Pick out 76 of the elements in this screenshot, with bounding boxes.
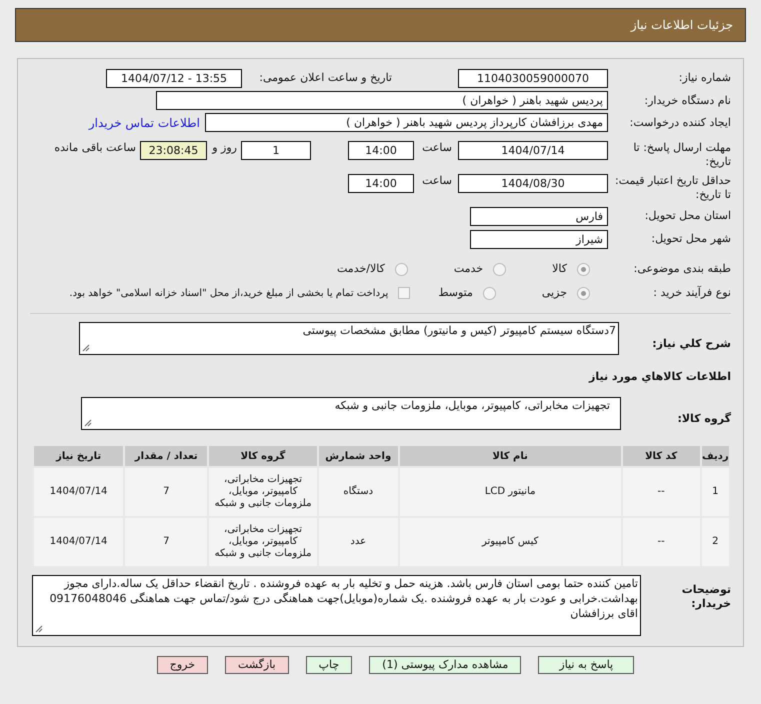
- field-label: ساعت: [421, 174, 452, 188]
- column-header: واحد شمارش: [318, 445, 399, 467]
- payment-note: پرداخت تمام یا بخشی از مبلغ خرید،از محل "اسناد خزانه اسلامی" خواهد بود.: [69, 286, 388, 300]
- resize-grip-icon: [35, 625, 43, 633]
- field-label: کالا/خدمت: [337, 262, 385, 276]
- field-label: توضیحات خریدار:: [682, 583, 731, 610]
- text-field[interactable]: 1404/08/30: [458, 174, 608, 193]
- field-label: استان محل تحویل:: [644, 209, 731, 223]
- buyer-contact-link[interactable]: اطلاعات تماس خریدار: [88, 114, 200, 132]
- radio-button[interactable]: [493, 262, 506, 276]
- goods-group-field[interactable]: تجهیزات مخابراتی، کامپیوتر، موبایل، ملزومات جانبی و شبکه: [81, 397, 621, 430]
- table-cell: مانیتور LCD: [398, 467, 622, 517]
- action-button[interactable]: چاپ: [306, 656, 352, 674]
- field-label: نوع فرآیند خرید :: [652, 286, 731, 300]
- field-label: طبقه بندی موضوعی:: [632, 262, 731, 276]
- column-header: نام کالا: [398, 445, 622, 467]
- action-button[interactable]: پاسخ به نیاز: [538, 656, 634, 674]
- action-button[interactable]: مشاهده مدارک پیوستی (1): [369, 656, 522, 674]
- text-field[interactable]: 1404/07/14: [458, 141, 608, 160]
- table-cell: تجهیزات مخابراتی، کامپیوتر، موبایل، ملزومات جانبی و شبکه: [208, 467, 318, 517]
- field-label: مهلت ارسال پاسخ: تا تاریخ:: [633, 141, 731, 168]
- field-label: تاریخ و ساعت اعلان عمومی:: [258, 71, 392, 85]
- column-header: گروه کالا: [208, 445, 318, 467]
- table-cell: 1404/07/14: [33, 517, 124, 567]
- resize-grip-icon: [82, 344, 90, 352]
- table-cell: 2: [700, 517, 730, 567]
- text-field[interactable]: فارس: [470, 206, 608, 226]
- field-label: ساعت: [421, 141, 452, 155]
- field-label: ایجاد کننده درخواست:: [628, 116, 731, 130]
- table-cell: کیس کامپیوتر: [398, 517, 622, 567]
- column-header: تعداد / مقدار: [124, 445, 208, 467]
- field-label: گروه کالا:: [677, 412, 731, 425]
- radio-button[interactable]: [577, 286, 590, 300]
- table-cell: تجهیزات مخابراتی، کامپیوتر، موبایل، ملزومات جانبی و شبکه: [208, 517, 318, 567]
- text-field[interactable]: 14:00: [348, 141, 414, 160]
- field-label: جزیی: [542, 286, 567, 300]
- page-title: جزئیات اطلاعات نیاز: [630, 17, 733, 34]
- column-header: ردیف: [700, 445, 730, 467]
- text-field[interactable]: 1104030059000070: [458, 68, 608, 88]
- field-label: خدمت: [454, 262, 484, 276]
- table-cell: --: [622, 467, 701, 517]
- text-field[interactable]: مهدی برزافشان کارپرداز پردیس شهید باهنر ( خواهران ): [205, 113, 608, 132]
- table-cell: دستگاه: [318, 467, 399, 517]
- radio-button[interactable]: [394, 262, 408, 276]
- text-field[interactable]: 23:08:45: [140, 141, 207, 160]
- field-label: ساعت باقی مانده: [54, 141, 136, 155]
- radio-button[interactable]: [577, 262, 590, 276]
- description-field[interactable]: 7دستگاه سیستم کامپیوتر (کیس و مانیتور) مطابق مشخصات پیوستی: [79, 322, 619, 355]
- text-field[interactable]: 14:00: [348, 174, 414, 193]
- text-field[interactable]: 1404/07/12 - 13:55: [106, 68, 242, 88]
- field-label: شماره نیاز:: [678, 71, 731, 85]
- radio-button[interactable]: [482, 286, 496, 300]
- field-label: حداقل تاریخ اعتبار قیمت: تا تاریخ:: [615, 174, 731, 201]
- field-label: نام دستگاه خریدار:: [643, 94, 731, 108]
- field-label: روز و: [210, 141, 237, 155]
- table-cell: 7: [124, 517, 208, 567]
- text-field[interactable]: پردیس شهید باهنر ( خواهران ): [156, 91, 608, 110]
- table-cell: --: [622, 517, 701, 567]
- text-field[interactable]: شیراز: [470, 230, 608, 248]
- field-label: اطلاعات كالاهاي مورد نياز: [589, 370, 731, 383]
- field-label: شرح کلي نیاز:: [652, 337, 731, 350]
- field-label: شهر محل تحویل:: [650, 232, 731, 246]
- resize-grip-icon: [84, 419, 92, 427]
- table-cell: 1: [700, 467, 730, 517]
- exit-button[interactable]: خروج: [156, 656, 208, 674]
- buyer-notes-field[interactable]: تامین کننده حتما بومی استان فارس باشد. هزینه حمل و تخلیه بار به عهده فروشنده . تاریخ انقضاء حداقل یک ساله.دارای مجوز بهداشت.خرابی و عودت بار به عهده فروشنده .یک شماره(موبایل)جهت هماهنگی درج شود/تماس جهت هماهنگی 09176048046 اقای برزافشان: [32, 575, 641, 636]
- field-label: متوسط: [438, 286, 473, 300]
- text-field[interactable]: 1: [241, 141, 311, 160]
- column-header: تاریخ نیاز: [33, 445, 124, 467]
- table-cell: 7: [124, 467, 208, 517]
- table-cell: 1404/07/14: [33, 467, 124, 517]
- exit-button[interactable]: بازگشت: [225, 656, 289, 674]
- checkbox[interactable]: [398, 287, 410, 299]
- column-header: کد کالا: [622, 445, 701, 467]
- field-label: کالا: [552, 262, 567, 276]
- table-cell: عدد: [318, 517, 399, 567]
